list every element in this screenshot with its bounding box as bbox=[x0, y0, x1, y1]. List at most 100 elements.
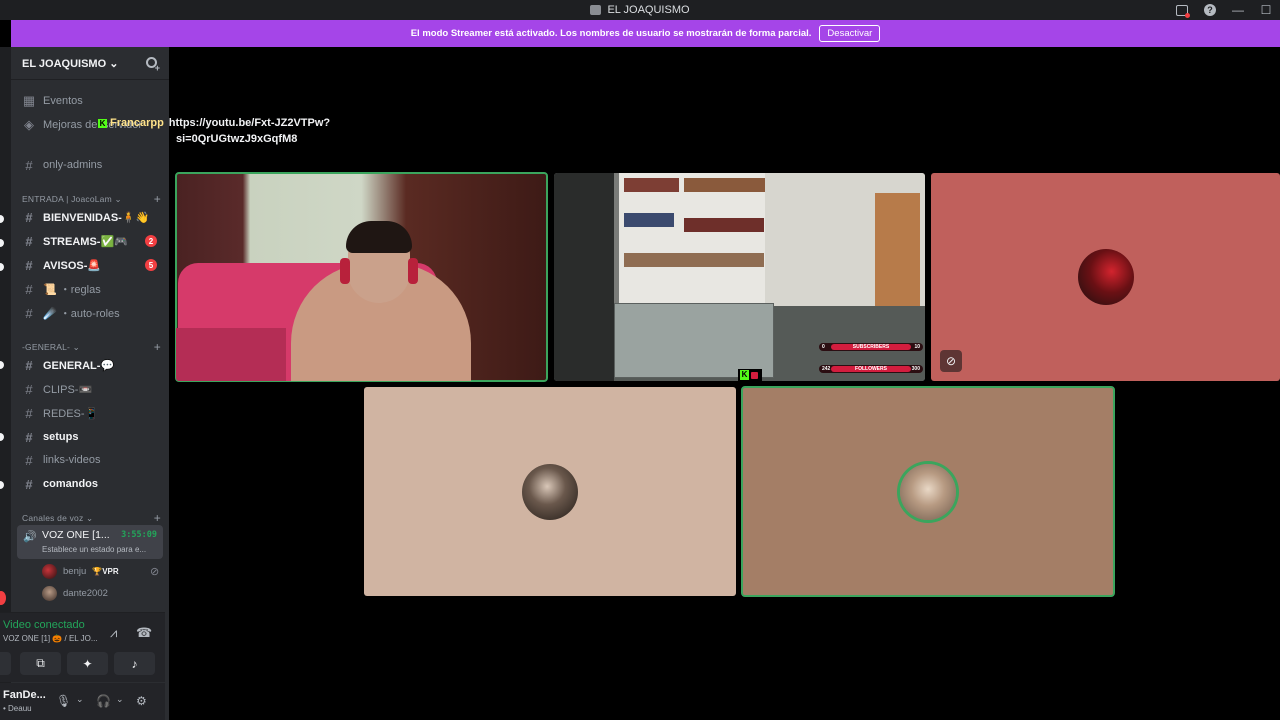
channel-reglas[interactable]: # 📜 ・reglas bbox=[22, 278, 163, 300]
disconnect-icon[interactable]: ☎ bbox=[136, 625, 152, 641]
subscribers-current: 0 bbox=[822, 344, 825, 350]
hashtag-icon: # bbox=[25, 452, 33, 468]
channel-avisos[interactable]: # AVISOS-🚨 5 bbox=[22, 254, 163, 276]
window-titlebar: EL JOAQUISMO ? — ☐ bbox=[0, 0, 1280, 20]
channel-comandos[interactable]: # comandos bbox=[22, 473, 163, 495]
subscribers-goal: 10 bbox=[914, 344, 920, 350]
subscribers-goal-bar: 0 SUBSCRIBERS 10 bbox=[819, 343, 923, 351]
activities-button[interactable]: ✦ bbox=[67, 652, 108, 675]
voice-user[interactable]: benju 🏆VPR ⊘ bbox=[42, 562, 159, 580]
help-icon: ? bbox=[1204, 4, 1216, 16]
settings-gear-icon[interactable]: ⚙ bbox=[136, 694, 147, 708]
minimize-button[interactable]: — bbox=[1224, 0, 1252, 20]
screen-share-button[interactable]: ⧉ bbox=[20, 652, 61, 675]
camera-button[interactable] bbox=[0, 652, 11, 675]
server-name: EL JOAQUISMO ⌄ bbox=[22, 57, 119, 70]
invite-people-icon[interactable] bbox=[145, 56, 160, 73]
hashtag-icon: # bbox=[25, 429, 33, 445]
channel-label: 📜 ・reglas bbox=[43, 284, 101, 296]
video-scene bbox=[624, 253, 764, 267]
chat-overlay-line2: si=0QrUGtwzJ9xGqfM8 bbox=[176, 133, 298, 145]
category-entrada[interactable]: ENTRADA | JoacoLam ⌄ + bbox=[22, 192, 161, 206]
mention-badge bbox=[0, 591, 6, 605]
followers-goal-bar: 242 FOLLOWERS 300 bbox=[819, 365, 923, 373]
add-channel-icon[interactable]: + bbox=[154, 192, 161, 206]
channel-general[interactable]: # GENERAL-💬 bbox=[22, 354, 163, 376]
avatar bbox=[522, 463, 578, 520]
chevron-down-icon[interactable]: ⌄ bbox=[76, 694, 84, 705]
voice-user-name: dante2002 bbox=[63, 587, 108, 599]
help-button[interactable]: ? bbox=[1196, 0, 1224, 20]
category-general[interactable]: -GENERAL- ⌄ + bbox=[22, 340, 161, 354]
video-scene bbox=[408, 258, 418, 284]
server-icon bbox=[590, 5, 602, 15]
chat-overlay-message: K Francarpp https://youtu.be/Fxt-JZ2VTPw? … bbox=[98, 115, 358, 147]
unread-indicator bbox=[0, 263, 4, 271]
sidebar-item-label: Eventos bbox=[43, 95, 83, 107]
channel-label: ☄️ ・auto-roles bbox=[43, 308, 120, 320]
deactivate-streamer-button[interactable]: Desactivar bbox=[819, 25, 881, 42]
inbox-button[interactable] bbox=[1168, 0, 1196, 20]
unread-indicator bbox=[0, 361, 4, 369]
video-tile-camera[interactable] bbox=[175, 172, 548, 382]
video-tile-avatar[interactable]: ⊘ bbox=[931, 173, 1280, 381]
category-label: ENTRADA | JoacoLam ⌄ bbox=[22, 193, 122, 204]
channel-redes[interactable]: # REDES-📱 bbox=[22, 402, 163, 424]
channel-bienvenidas[interactable]: # BIENVENIDAS-🧍👋 bbox=[22, 206, 163, 228]
voice-channel-status[interactable]: Establece un estado para e... bbox=[42, 545, 146, 554]
voice-user[interactable]: dante2002 bbox=[42, 584, 108, 602]
video-tile-avatar[interactable] bbox=[741, 386, 1115, 597]
voice-channel-name: VOZ ONE [1... bbox=[42, 529, 110, 541]
guild-header[interactable]: EL JOAQUISMO ⌄ bbox=[11, 47, 169, 80]
panel-username[interactable]: FanDe... bbox=[3, 689, 46, 701]
window-title: EL JOAQUISMO bbox=[590, 4, 690, 16]
video-tile-avatar[interactable] bbox=[364, 387, 736, 596]
chevron-down-icon[interactable]: ⌄ bbox=[116, 694, 124, 705]
followers-goal: 300 bbox=[911, 366, 920, 372]
window-title-text: EL JOAQUISMO bbox=[607, 4, 690, 16]
headphones-icon[interactable]: 🎧 bbox=[96, 694, 111, 708]
connection-status[interactable]: Video conectado bbox=[3, 619, 85, 631]
video-tile-stream[interactable]: 0 SUBSCRIBERS 10 242 FOLLOWERS 300 K bbox=[554, 173, 925, 381]
hashtag-icon: # bbox=[25, 357, 33, 373]
screen-share-icon: ⧉ bbox=[36, 656, 45, 670]
channel-only-admins[interactable]: # only-admins bbox=[22, 154, 163, 176]
channel-links-videos[interactable]: # links-videos bbox=[22, 449, 163, 471]
voice-connection-panel: Video conectado VOZ ONE [1] 🎃 / EL JO...… bbox=[0, 612, 165, 682]
soundboard-button[interactable]: ♪ bbox=[114, 652, 155, 675]
voice-user-name: benju bbox=[63, 565, 87, 577]
video-scene bbox=[619, 173, 774, 303]
hashtag-icon: # bbox=[25, 405, 33, 421]
microphone-icon[interactable]: 🎙 bbox=[56, 694, 71, 708]
channel-clips[interactable]: # CLIPS-📼 bbox=[22, 378, 163, 400]
kick-logo: K bbox=[738, 369, 762, 381]
user-panel: FanDe... • Deauu 🎙 ⌄ 🎧 ⌄ ⚙ bbox=[0, 683, 165, 720]
channel-label: GENERAL-💬 bbox=[43, 359, 115, 372]
avatar bbox=[42, 585, 57, 601]
sidebar-item-events[interactable]: ▦ Eventos bbox=[22, 90, 163, 112]
chat-overlay-username: Francarpp bbox=[110, 117, 164, 129]
video-scene bbox=[346, 221, 412, 253]
mention-badge: 5 bbox=[145, 259, 157, 271]
channel-setups[interactable]: # setups bbox=[22, 426, 163, 448]
voice-channel-voz-one[interactable]: 🔊 VOZ ONE [1... 3:55:09 Establece un est… bbox=[17, 525, 163, 559]
category-voice[interactable]: Canales de voz ⌄ + bbox=[22, 511, 161, 525]
noise-suppression-icon[interactable]: ⩘ bbox=[110, 625, 117, 641]
channel-auto-roles[interactable]: # ☄️ ・auto-roles bbox=[22, 302, 163, 324]
voice-timer: 3:55:09 bbox=[121, 530, 157, 540]
video-scene bbox=[340, 258, 350, 284]
hashtag-icon: # bbox=[25, 233, 33, 249]
maximize-button[interactable]: ☐ bbox=[1252, 0, 1280, 20]
video-stage: 0 SUBSCRIBERS 10 242 FOLLOWERS 300 K ⊘ K… bbox=[98, 47, 1280, 720]
add-channel-icon[interactable]: + bbox=[154, 511, 161, 525]
add-channel-icon[interactable]: + bbox=[154, 340, 161, 354]
channel-streams[interactable]: # STREAMS-✅🎮 2 bbox=[22, 230, 163, 252]
category-label: Canales de voz ⌄ bbox=[22, 512, 94, 523]
avatar bbox=[900, 463, 956, 520]
connection-location[interactable]: VOZ ONE [1] 🎃 / EL JO... bbox=[3, 634, 98, 643]
channel-label: only-admins bbox=[43, 159, 103, 171]
kick-icon: K bbox=[98, 119, 107, 128]
record-icon bbox=[751, 371, 758, 379]
mention-badge: 2 bbox=[145, 235, 157, 247]
channel-label: STREAMS-✅🎮 bbox=[43, 235, 128, 248]
